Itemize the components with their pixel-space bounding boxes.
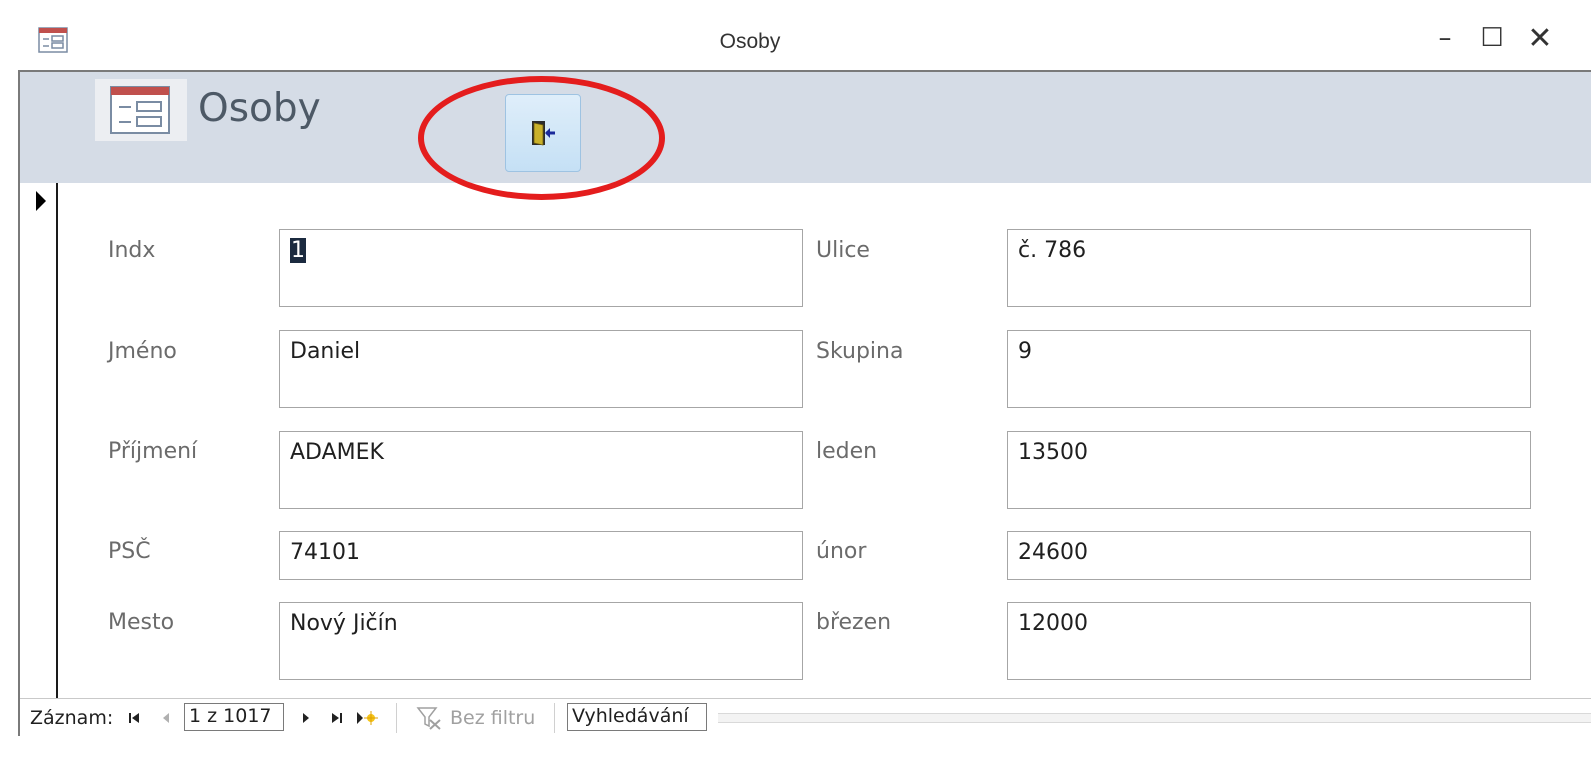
ulice-field[interactable]: č. 786 <box>1007 229 1531 307</box>
label-jmeno: Jméno <box>108 339 177 364</box>
psc-field[interactable]: 74101 <box>279 531 803 580</box>
nav-separator <box>396 703 397 733</box>
label-indx: Indx <box>108 238 156 263</box>
new-record-button[interactable] <box>354 705 380 731</box>
nav-separator <box>554 703 555 733</box>
filter-icon <box>416 707 441 730</box>
next-record-icon <box>303 713 309 723</box>
record-selector[interactable] <box>20 183 58 698</box>
current-record-input[interactable]: 1 z 1017 <box>184 703 284 731</box>
label-unor: únor <box>816 539 867 564</box>
indx-field[interactable]: 1 <box>279 229 803 307</box>
unor-field[interactable]: 24600 <box>1007 531 1531 580</box>
record-label: Záznam: <box>30 707 114 729</box>
last-record-button[interactable] <box>326 705 348 731</box>
current-record-arrow-icon <box>36 191 46 211</box>
label-brezen: březen <box>816 610 892 635</box>
prijmeni-field[interactable]: ADAMEK <box>279 431 803 509</box>
label-mesto: Mesto <box>108 610 175 635</box>
mesto-field[interactable]: Nový Jičín <box>279 602 803 680</box>
form-header: Osoby <box>20 72 1591 200</box>
form-title: Osoby <box>198 86 321 131</box>
previous-record-button[interactable] <box>156 705 176 731</box>
brezen-field[interactable]: 12000 <box>1007 602 1531 680</box>
first-record-button[interactable] <box>124 705 144 731</box>
indx-value: 1 <box>290 238 306 263</box>
form-header-icon-box <box>95 79 187 141</box>
label-skupina: Skupina <box>816 339 904 364</box>
maximize-button[interactable]: ☐ <box>1472 18 1512 58</box>
label-ulice: Ulice <box>816 238 870 263</box>
new-record-icon <box>357 711 378 725</box>
form-icon <box>110 86 170 134</box>
leden-field[interactable]: 13500 <box>1007 431 1531 509</box>
previous-record-icon <box>163 713 169 723</box>
label-leden: leden <box>816 439 878 464</box>
label-prijmeni: Příjmení <box>108 439 198 464</box>
filter-toggle-button[interactable]: Bez filtru <box>416 705 535 731</box>
close-form-button[interactable] <box>505 94 581 172</box>
skupina-field[interactable]: 9 <box>1007 330 1531 408</box>
window-title: Osoby <box>719 30 781 53</box>
first-record-icon <box>129 713 139 723</box>
exit-door-icon <box>532 121 555 146</box>
filter-label: Bez filtru <box>450 707 536 729</box>
form-window: Osoby Indx 1 Jméno Daniel Příjmení ADAME… <box>18 70 1591 736</box>
search-input[interactable]: Vyhledávání <box>567 703 707 731</box>
record-navigation-bar: Záznam: 1 z 1017 Bez filtru Vyhledávání <box>20 698 1591 736</box>
jmeno-field[interactable]: Daniel <box>279 330 803 408</box>
last-record-icon <box>332 713 342 723</box>
window-titlebar: Osoby – ☐ ✕ <box>0 0 1591 70</box>
horizontal-scrollbar[interactable] <box>718 713 1591 723</box>
label-psc: PSČ <box>108 539 151 564</box>
minimize-button[interactable]: – <box>1425 18 1465 58</box>
next-record-button[interactable] <box>296 705 316 731</box>
close-window-button[interactable]: ✕ <box>1520 18 1560 58</box>
